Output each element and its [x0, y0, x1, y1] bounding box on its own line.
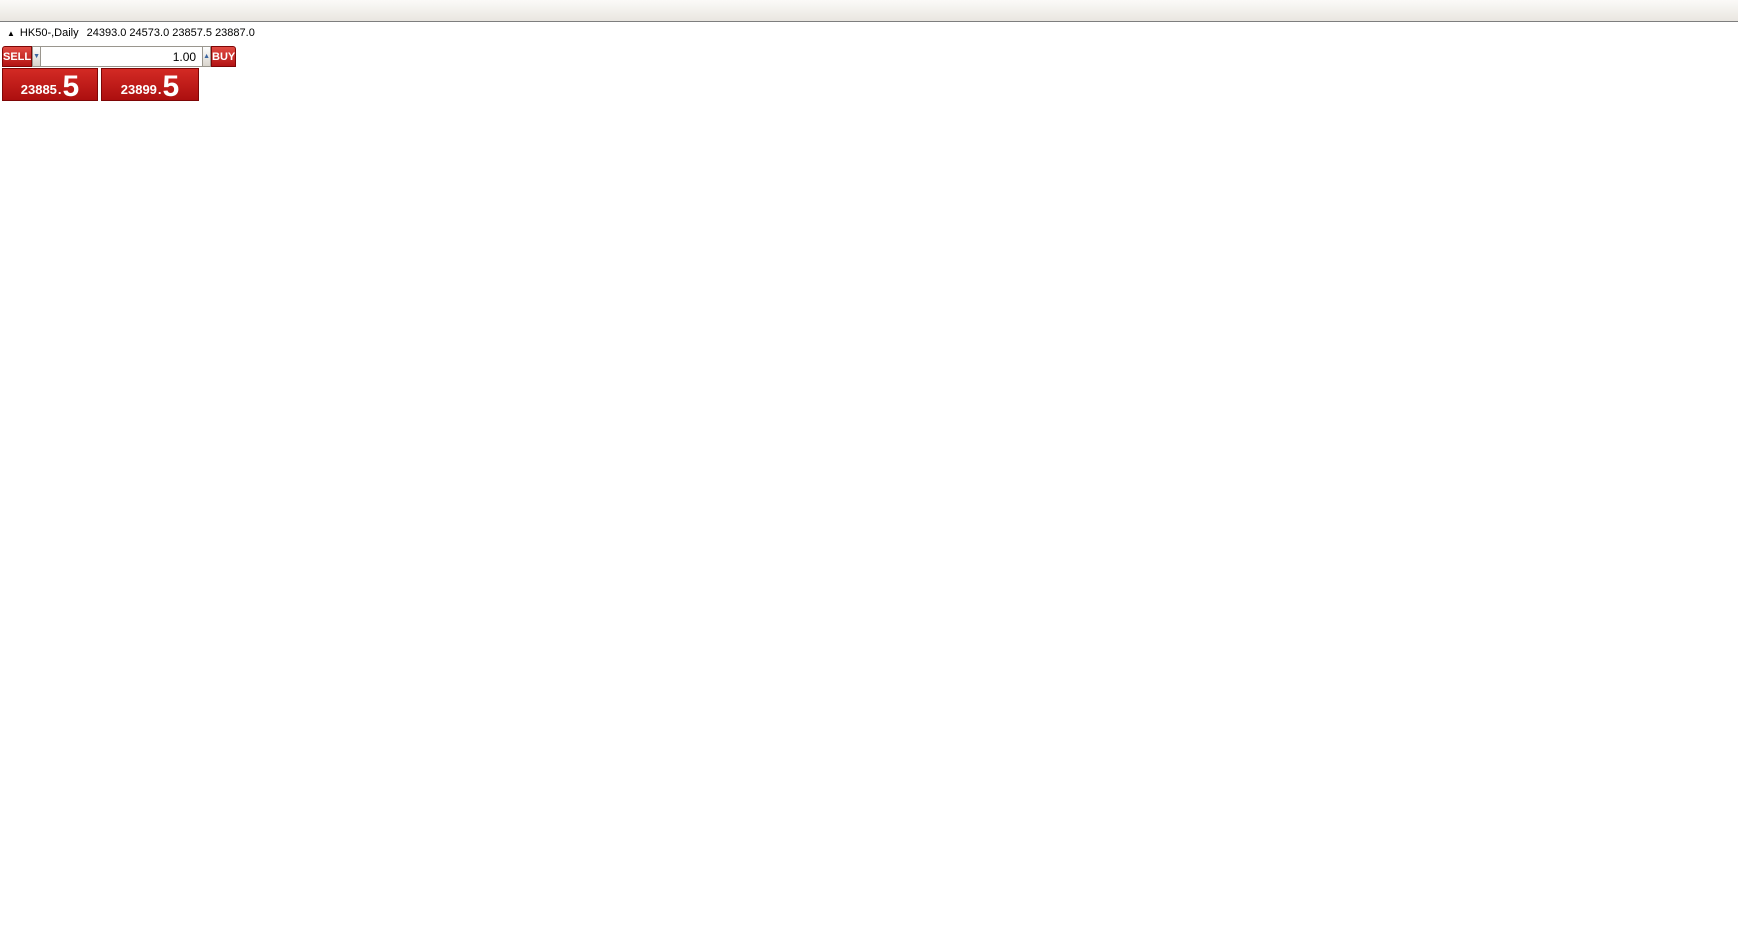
- sell-price-last-digit: 5: [63, 75, 80, 98]
- mt4-window: ▲ HK50-,Daily 24393.0 24573.0 23857.5 23…: [0, 0, 1738, 945]
- one-click-trade-panel: SELL ▼ ▲ BUY 23885.5 23899.5: [2, 46, 199, 101]
- buy-price-last-digit: 5: [163, 75, 180, 98]
- buy-price: 23899: [121, 83, 157, 96]
- symbol-period-label: HK50-,Daily: [20, 27, 79, 39]
- buy-button[interactable]: BUY: [211, 46, 236, 67]
- chart-title: ▲ HK50-,Daily 24393.0 24573.0 23857.5 23…: [7, 27, 255, 39]
- volume-down-button[interactable]: ▼: [32, 46, 41, 67]
- ohlc-values: 24393.0 24573.0 23857.5 23887.0: [87, 27, 255, 39]
- main-toolbar: [0, 0, 1738, 22]
- sell-price-dot: .: [58, 83, 62, 96]
- sell-price-panel[interactable]: 23885.5: [2, 68, 98, 101]
- collapse-ohlc-icon[interactable]: ▲: [7, 29, 15, 38]
- buy-price-dot: .: [158, 83, 162, 96]
- volume-input[interactable]: [41, 46, 202, 67]
- volume-up-button[interactable]: ▲: [202, 46, 211, 67]
- sell-price: 23885: [21, 83, 57, 96]
- buy-price-panel[interactable]: 23899.5: [101, 68, 199, 101]
- chart-canvas[interactable]: [0, 0, 1738, 945]
- sell-button[interactable]: SELL: [2, 46, 32, 67]
